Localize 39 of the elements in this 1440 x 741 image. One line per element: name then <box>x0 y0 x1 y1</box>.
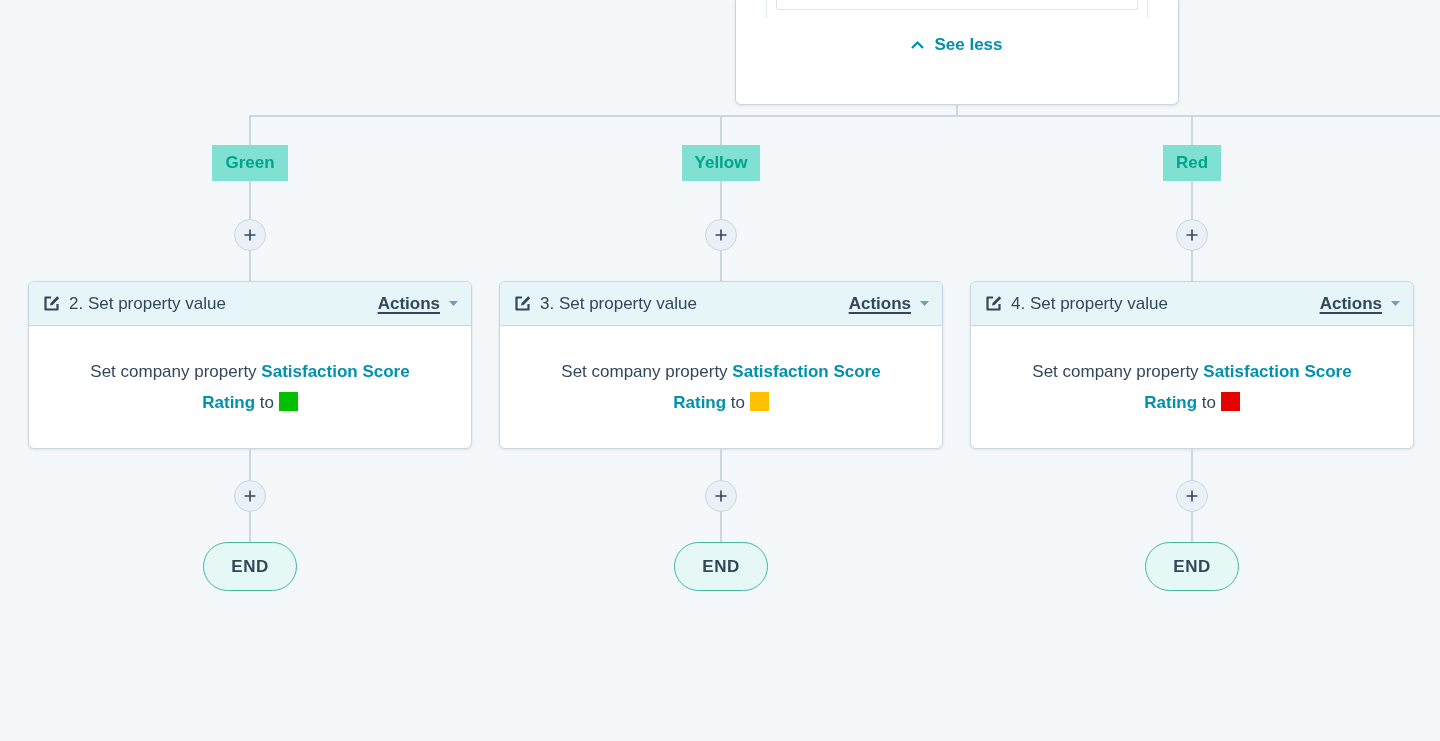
end-node: END <box>203 542 297 591</box>
plus-icon <box>244 490 256 502</box>
add-step-button[interactable] <box>234 219 266 251</box>
plus-icon <box>244 229 256 241</box>
end-node: END <box>674 542 768 591</box>
action-card[interactable]: 2. Set property value Actions Set company property Satisfaction Score Rating to <box>28 281 472 449</box>
caret-icon <box>449 301 458 306</box>
add-step-button[interactable] <box>1176 219 1208 251</box>
actions-menu-button[interactable]: Actions <box>1319 290 1400 317</box>
input-field[interactable] <box>776 0 1138 10</box>
plus-icon <box>715 490 727 502</box>
plus-icon <box>1186 490 1198 502</box>
card-title: 3. Set property value <box>540 292 697 315</box>
actions-menu-button[interactable]: Actions <box>848 290 929 317</box>
edit-icon <box>514 295 531 312</box>
action-card[interactable]: 3. Set property value Actions Set company property Satisfaction Score Rating to <box>499 281 943 449</box>
branch-label: Red <box>1162 145 1222 181</box>
caret-icon <box>1391 301 1400 306</box>
add-step-button[interactable] <box>234 480 266 512</box>
card-title: 2. Set property value <box>69 292 226 315</box>
action-description: Set company property Satisfaction Score Rating to <box>90 362 410 412</box>
end-node: END <box>1145 542 1239 591</box>
add-step-button[interactable] <box>705 480 737 512</box>
caret-icon <box>920 301 929 306</box>
edit-icon <box>985 295 1002 312</box>
edit-icon <box>43 295 60 312</box>
action-description: Set company property Satisfaction Score Rating to <box>1032 362 1352 412</box>
plus-icon <box>1186 229 1198 241</box>
add-step-button[interactable] <box>1176 480 1208 512</box>
plus-icon <box>715 229 727 241</box>
see-less-link[interactable]: See less <box>911 34 1003 56</box>
add-step-button[interactable] <box>705 219 737 251</box>
action-description: Set company property Satisfaction Score Rating to <box>561 362 881 412</box>
actions-menu-button[interactable]: Actions <box>377 290 458 317</box>
card-title: 4. Set property value <box>1011 292 1168 315</box>
action-card[interactable]: 4. Set property value Actions Set company property Satisfaction Score Rating to <box>970 281 1414 449</box>
branch-label: Yellow <box>681 145 761 181</box>
chevron-up-icon <box>911 41 925 49</box>
branch-label: Green <box>212 145 288 181</box>
